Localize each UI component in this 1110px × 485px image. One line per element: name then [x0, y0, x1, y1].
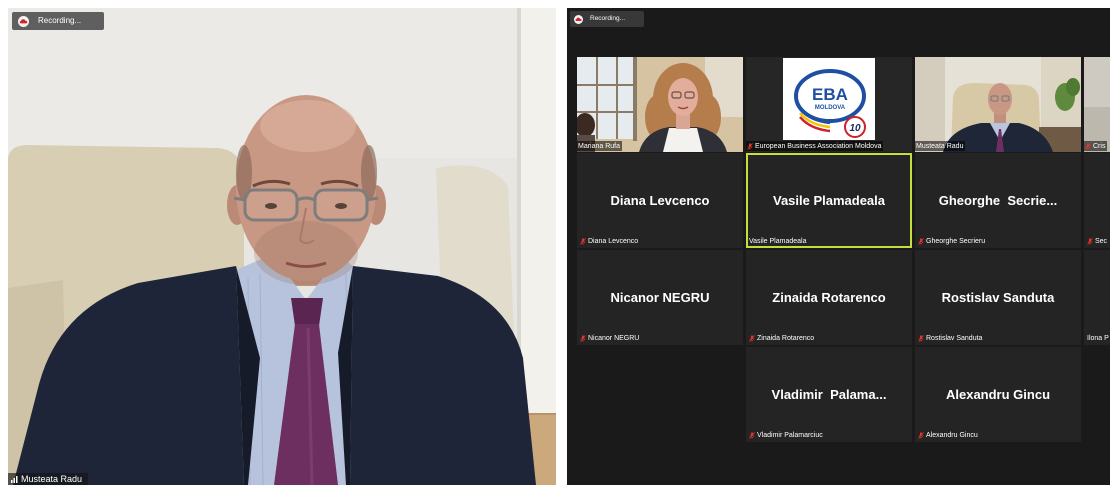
participant-tile[interactable]: Rostislav Sanduta Rostislav Sanduta: [915, 250, 1081, 345]
participant-name-label: Rostislav Sanduta: [917, 334, 984, 343]
participant-tile[interactable]: Mariana Rufa: [577, 57, 743, 152]
participant-display-name: Rostislav Sanduta: [941, 290, 1055, 305]
participant-name-label: Vladimir Palamarciuc: [748, 431, 825, 440]
participant-tile[interactable]: Musteata Radu: [915, 57, 1081, 152]
participant-display-name: Alexandru Gincu: [945, 387, 1051, 402]
participant-tile[interactable]: Alexandru Gincu Alexandru Gincu: [915, 347, 1081, 442]
participant-name-text: Ilona P: [1087, 335, 1109, 342]
participant-display-name: Nicanor NEGRU: [610, 290, 710, 305]
speaker-video-frame: [8, 8, 556, 485]
participant-display-name: Diana Levcenco: [610, 193, 710, 208]
participant-name-label: Gheorghe Secrieru: [917, 237, 987, 246]
participant-display-name: Zinaida Rotarenco: [772, 290, 886, 305]
stubble: [254, 221, 358, 285]
participant-tile[interactable]: Gheorghe Secrie... Gheorghe Secrieru: [915, 153, 1081, 248]
logo-title: EBA: [812, 85, 848, 104]
participant-tile[interactable]: Vasile Plamadeala Vasile Plamadeala: [746, 153, 912, 248]
participant-tile[interactable]: Cris: [1084, 57, 1110, 152]
participant-name-tag: Musteata Radu: [8, 473, 88, 485]
mic-muted-icon: [580, 238, 586, 245]
cloud-record-icon: [574, 15, 583, 24]
participant-name-label: Musteata Radu: [915, 141, 966, 151]
participant-display-name: Gheorghe Secrie...: [938, 193, 1058, 208]
recording-indicator[interactable]: Recording...: [570, 11, 644, 27]
participant-name-text: Vladimir Palamarciuc: [757, 432, 823, 439]
logo-subtitle: MOLDOVA: [815, 105, 846, 111]
recording-label: Recording...: [590, 14, 626, 22]
participant-video: [1084, 57, 1110, 152]
participant-display-name: Vasile Plamadeala: [772, 193, 886, 208]
participant-name-text: Vasile Plamadeala: [749, 238, 807, 245]
mic-muted-icon: [749, 432, 755, 439]
participant-tile[interactable]: EBA MOLDOVA 10 European Business Associa…: [746, 57, 912, 152]
participant-name-text: Musteata Radu: [916, 142, 964, 150]
participant-name-label: Alexandru Gincu: [917, 431, 980, 440]
participant-display-name: Vladimir Palama...: [771, 387, 887, 402]
participant-name-text: Diana Levcenco: [588, 238, 639, 245]
cloud-record-icon: [18, 16, 29, 27]
mic-muted-icon: [918, 238, 924, 245]
participant-name-text: Sec: [1095, 238, 1108, 245]
participant-video: [915, 57, 1081, 152]
participant-name-text: Alexandru Gincu: [926, 432, 978, 439]
recording-label: Recording...: [38, 16, 82, 25]
participant-name-text: Zinaida Rotarenco: [757, 335, 815, 342]
participant-name-label: European Business Association Moldova: [746, 141, 884, 151]
participant-name: Musteata Radu: [21, 473, 83, 484]
participant-name-text: European Business Association Moldova: [755, 142, 882, 150]
participant-name-label: Zinaida Rotarenco: [748, 334, 816, 343]
mic-muted-icon: [747, 143, 753, 150]
tie-knot: [291, 298, 323, 326]
participant-name-label: Vasile Plamadeala: [748, 237, 808, 246]
forehead-highlight: [260, 100, 356, 152]
mic-muted-icon: [918, 335, 924, 342]
participant-name-label: Sec: [1086, 237, 1109, 246]
speaker-view[interactable]: Recording... Musteata Radu: [8, 8, 556, 485]
eba-logo: EBA MOLDOVA 10: [746, 57, 912, 152]
participant-video: [577, 57, 743, 152]
recording-indicator[interactable]: Recording...: [12, 12, 104, 30]
mic-muted-icon: [1087, 238, 1093, 245]
participant-tile[interactable]: Zinaida Rotarenco Zinaida Rotarenco: [746, 250, 912, 345]
participant-name-label: Nicanor NEGRU: [579, 334, 641, 343]
participant-name-label: Cris: [1084, 141, 1108, 151]
mic-muted-icon: [1085, 143, 1091, 150]
mic-muted-icon: [918, 432, 924, 439]
participant-tile[interactable]: Vladimir Palama... Vladimir Palamarciuc: [746, 347, 912, 442]
participant-name-text: Nicanor NEGRU: [588, 335, 640, 342]
participant-name-label: Mariana Rufa: [577, 141, 623, 151]
participant-tile[interactable]: Ilona P: [1084, 250, 1110, 345]
mic-muted-icon: [580, 335, 586, 342]
participant-tile[interactable]: Diana Levcenco Diana Levcenco: [577, 153, 743, 248]
logo-badge: 10: [849, 123, 861, 134]
participant-tile[interactable]: Nicanor NEGRU Nicanor NEGRU: [577, 250, 743, 345]
participant-name-text: Rostislav Sanduta: [926, 335, 983, 342]
participant-name-label: Diana Levcenco: [579, 237, 640, 246]
participant-name-text: Mariana Rufa: [578, 142, 621, 150]
participant-name-text: Gheorghe Secrieru: [926, 238, 986, 245]
participant-tile[interactable]: Sec: [1084, 153, 1110, 248]
participant-name-text: Cris: [1093, 142, 1106, 150]
gallery-view: Recording... Mariana Rufa EBA MOLDOVA 10…: [567, 8, 1110, 485]
mic-muted-icon: [749, 335, 755, 342]
participant-name-label: Ilona P: [1086, 334, 1110, 343]
signal-bars-icon: [11, 475, 18, 483]
